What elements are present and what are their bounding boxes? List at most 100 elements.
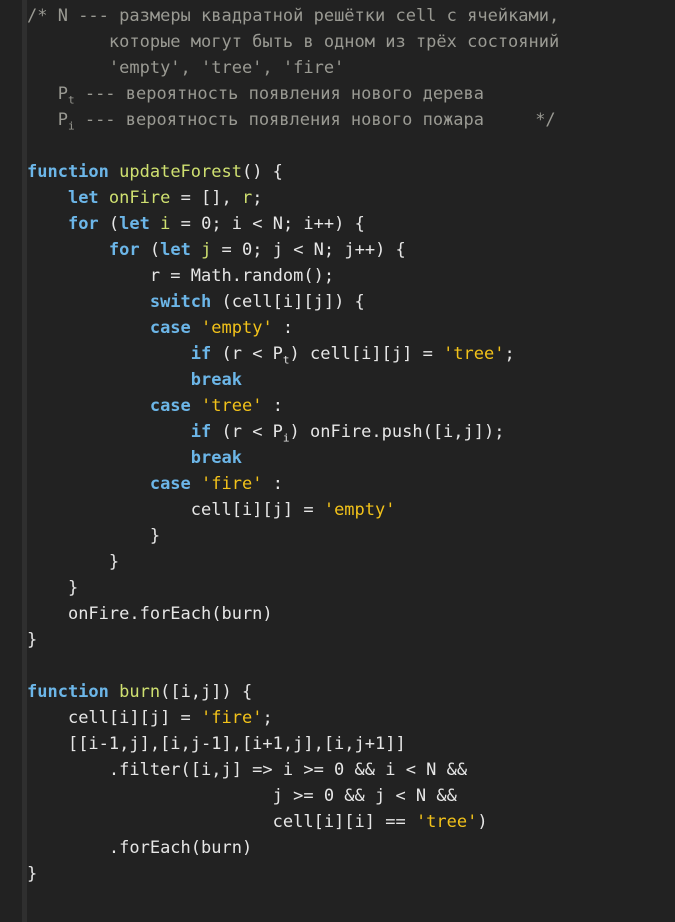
code-line-switch: switch (cell[i][j]) {	[0, 289, 675, 315]
keyword-case-tree: case	[149, 396, 191, 416]
for-j-rest: = 0; j < N; j++) {	[211, 240, 406, 260]
if-pi-cond-b: ) onFire.push([i,j]);	[289, 422, 505, 442]
code-line-for-j: for (let j = 0; j < N; j++) {	[0, 237, 675, 263]
filter-expression-line3b: )	[477, 812, 488, 832]
keyword-case-fire: case	[149, 474, 191, 494]
keyword-let-i: let	[119, 214, 150, 234]
code-line-blank-2	[0, 653, 675, 679]
switch-rest: (cell[i][j]) {	[211, 292, 365, 312]
case-fire-tail: :	[262, 474, 283, 494]
brace-close-fn-burn: }	[27, 864, 38, 884]
keyword-let: let	[67, 188, 99, 208]
if-pt-cond-c: ;	[504, 344, 515, 364]
code-line-blank-1	[0, 133, 675, 159]
let-rest-b: ;	[252, 188, 263, 208]
comment-text-1: размеры квадратной решётки cell с ячейка…	[119, 6, 560, 26]
assign-empty-a: cell[i][j] =	[190, 500, 324, 520]
keyword-switch: switch	[149, 292, 212, 312]
code-line-random: r = Math.random();	[0, 263, 675, 289]
code-line-for-i: for (let i = 0; i < N; i++) {	[0, 211, 675, 237]
declaration-onfire: onFire	[108, 188, 171, 208]
keyword-function: function	[27, 162, 109, 182]
code-line-break-2: break	[0, 445, 675, 471]
comment-sub-i: i	[67, 119, 75, 133]
string-empty-assign: 'empty'	[323, 500, 396, 520]
code-line-filter-2: j >= 0 && j < N &&	[0, 783, 675, 809]
for-i-rest: = 0; i < N; i++) {	[170, 214, 365, 234]
string-tree-filter: 'tree'	[415, 812, 478, 832]
fn-burn-signature-tail: ([i,j]) {	[160, 682, 253, 702]
comment-text-n: N ---	[57, 6, 120, 26]
string-tree-case: 'tree'	[201, 396, 263, 416]
code-line-break-1: break	[0, 367, 675, 393]
declaration-i: i	[160, 214, 171, 234]
code-line-if-pi: if (r < Pi) onFire.push([i,j]);	[0, 419, 675, 445]
assign-fire-b: ;	[262, 708, 273, 728]
comment-open-token: /*	[27, 6, 58, 26]
statement-random: r = Math.random();	[149, 266, 335, 286]
let-rest-a: = [],	[170, 188, 242, 208]
code-line-foreach-burn-2: .forEach(burn)	[0, 835, 675, 861]
comment-sub-t: t	[67, 93, 75, 107]
code-line-fn-burn: function burn([i,j]) {	[0, 679, 675, 705]
brace-close-for-j: }	[108, 552, 120, 572]
string-tree-assign: 'tree'	[443, 344, 505, 364]
keyword-function-burn: function	[27, 682, 109, 702]
keyword-if-pt: if	[190, 344, 212, 364]
case-tree-tail: :	[262, 396, 283, 416]
filter-expression-line2: j >= 0 && j < N &&	[272, 786, 457, 806]
code-line-comment-1: /* N --- размеры квадратной решётки cell…	[0, 3, 675, 29]
filter-expression-line1: .filter([i,j] => i >= 0 && i < N &&	[108, 760, 468, 780]
string-fire-assign: 'fire'	[201, 708, 263, 728]
code-line-close-fn-update: }	[0, 627, 675, 653]
comment-var-pt: P	[57, 84, 68, 104]
for-j-open: (	[139, 240, 161, 260]
keyword-break-2: break	[190, 448, 242, 468]
code-line-case-fire: case 'fire' :	[0, 471, 675, 497]
code-line-case-empty: case 'empty' :	[0, 315, 675, 341]
comment-close-token: */	[535, 110, 556, 130]
declaration-r: r	[242, 188, 253, 208]
keyword-for-j: for	[108, 240, 140, 260]
code-line-case-tree: case 'tree' :	[0, 393, 675, 419]
subscript-i: i	[282, 431, 290, 445]
comment-text-3: 'empty', 'tree', 'fire'	[108, 58, 345, 78]
function-name-updateforest: updateForest	[119, 162, 242, 182]
case-empty-tail: :	[272, 318, 294, 338]
if-pt-cond-a: (r < P	[211, 344, 283, 364]
keyword-let-j: let	[160, 240, 191, 260]
keyword-if-pi: if	[190, 422, 212, 442]
code-line-assign-empty: cell[i][j] = 'empty'	[0, 497, 675, 523]
code-line-close-for-i: }	[0, 575, 675, 601]
code-line-fn-updateforest: function updateForest() {	[0, 159, 675, 185]
code-line-neighbors: [[i-1,j],[i,j-1],[i+1,j],[i,j+1]]	[0, 731, 675, 757]
comment-text-4: --- вероятность появления нового дерева	[74, 84, 484, 104]
code-line-comment-5: Pi --- вероятность появления нового пожа…	[0, 107, 675, 133]
comment-text-2: которые могут быть в одном из трёх состо…	[108, 32, 560, 52]
statement-foreach-burn: onFire.forEach(burn)	[67, 604, 273, 624]
code-line-close-switch: }	[0, 523, 675, 549]
code-surface[interactable]: /* N --- размеры квадратной решётки cell…	[0, 0, 675, 922]
keyword-break-1: break	[190, 370, 242, 390]
subscript-t: t	[282, 353, 290, 367]
code-line-filter-1: .filter([i,j] => i >= 0 && i < N &&	[0, 757, 675, 783]
code-line-filter-3: cell[i][i] == 'tree')	[0, 809, 675, 835]
array-neighbors: [[i-1,j],[i,j-1],[i+1,j],[i,j+1]]	[67, 734, 406, 754]
code-line-comment-2: которые могут быть в одном из трёх состо…	[0, 29, 675, 55]
statement-foreach-burn-2: .forEach(burn)	[108, 838, 253, 858]
code-line-close-for-j: }	[0, 549, 675, 575]
brace-close-for-i: }	[67, 578, 79, 598]
assign-fire-a: cell[i][j] =	[67, 708, 202, 728]
keyword-for-i: for	[67, 214, 99, 234]
keyword-case-empty: case	[149, 318, 191, 338]
string-empty: 'empty'	[201, 318, 273, 338]
brace-close-switch: }	[149, 526, 161, 546]
brace-close-fn-update: }	[27, 630, 38, 650]
code-line-close-fn-burn: }	[0, 861, 675, 887]
comment-text-5: --- вероятность появления нового пожара	[74, 110, 484, 130]
code-line-assign-fire: cell[i][j] = 'fire';	[0, 705, 675, 731]
declaration-j: j	[201, 240, 212, 260]
code-line-let-onfire: let onFire = [], r;	[0, 185, 675, 211]
if-pi-cond-a: (r < P	[211, 422, 283, 442]
code-editor[interactable]: /* N --- размеры квадратной решётки cell…	[0, 0, 675, 922]
